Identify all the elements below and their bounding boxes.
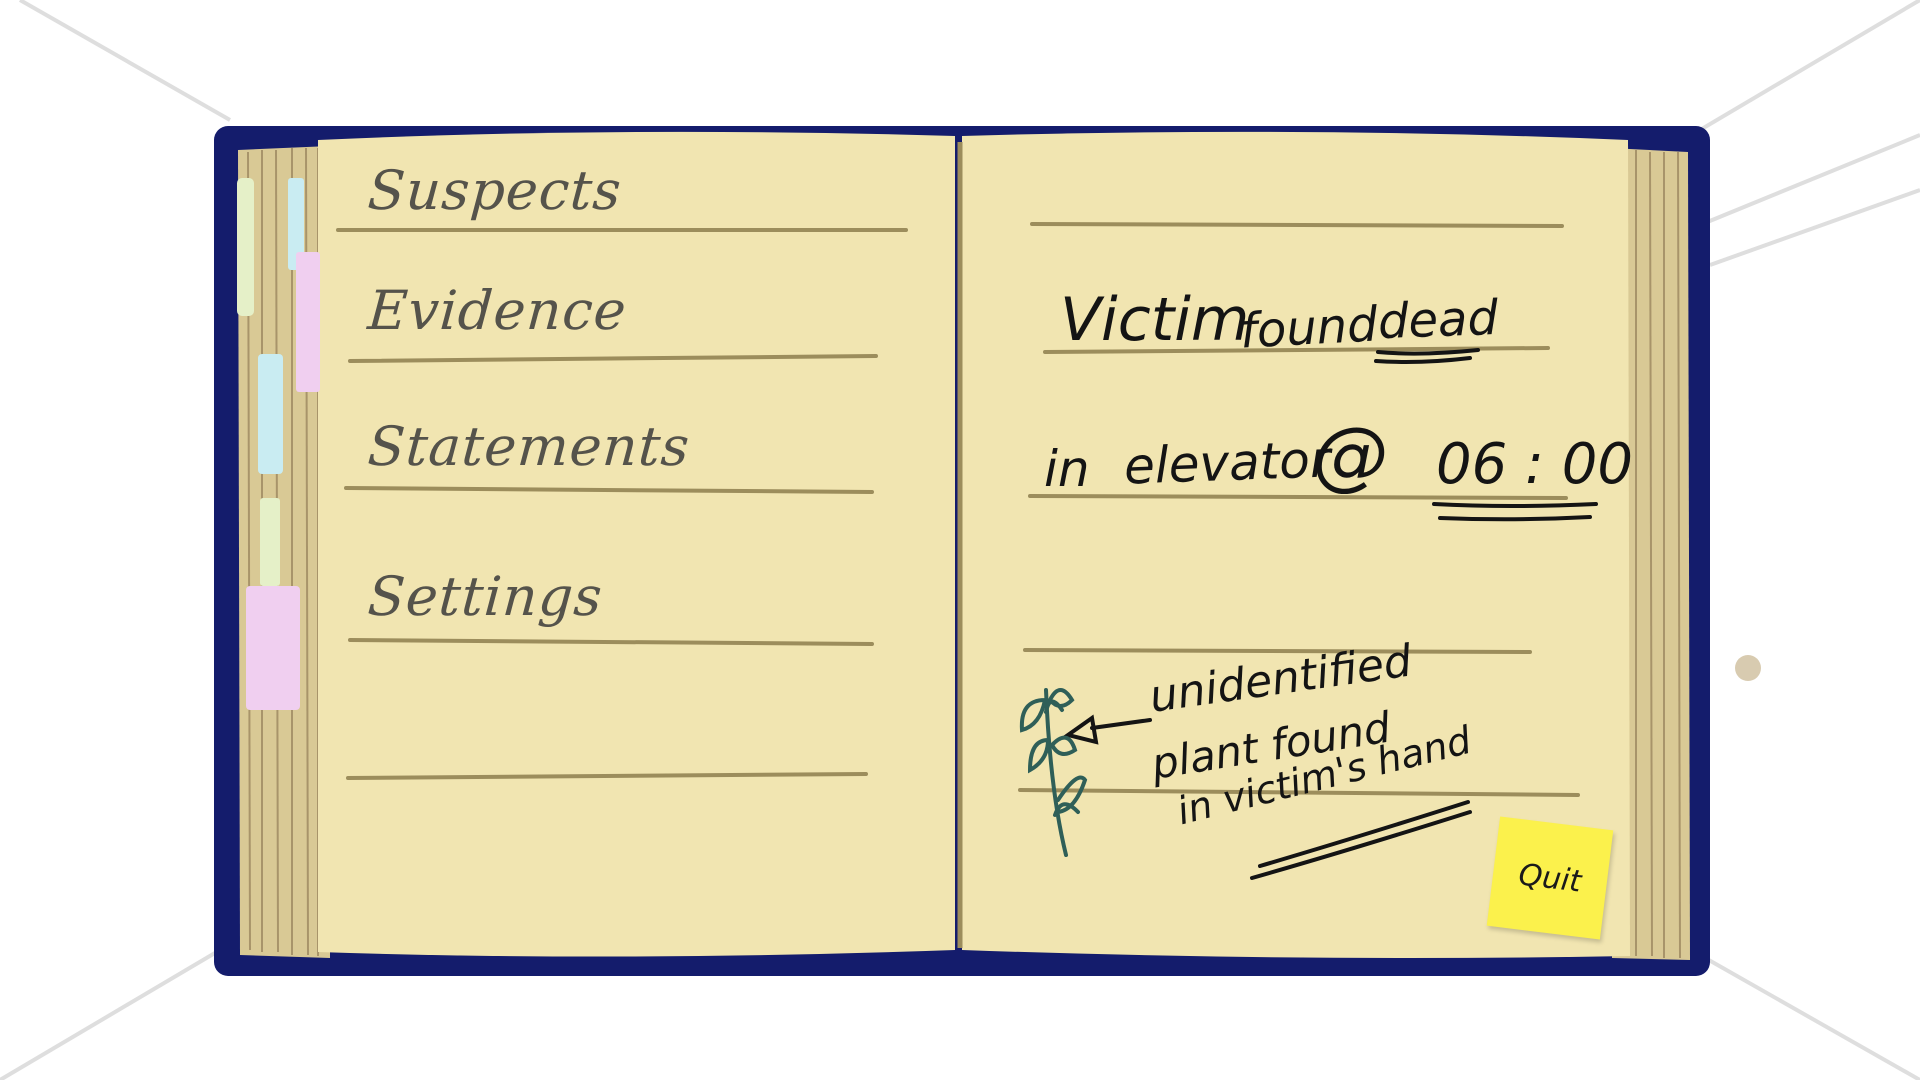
note-elevator: elevator	[1123, 430, 1332, 496]
tab-green-top	[237, 178, 254, 316]
tab-blue-middle	[258, 354, 283, 474]
note-dead: dead	[1377, 289, 1499, 351]
notebook-artwork	[0, 0, 1920, 1080]
left-page	[318, 131, 955, 957]
menu-item-suspects-label: Suspects	[365, 159, 624, 222]
tab-pink-bottom	[246, 586, 300, 710]
menu-item-evidence[interactable]: Evidence	[340, 266, 860, 356]
tab-pink-top	[296, 252, 320, 392]
tab-green-middle	[260, 498, 280, 586]
menu-item-suspects[interactable]: Suspects	[340, 146, 860, 236]
menu-item-settings[interactable]: Settings	[340, 552, 860, 642]
menu-item-statements[interactable]: Statements	[340, 402, 860, 492]
quit-button[interactable]: Quit	[1486, 816, 1614, 940]
note-in: in	[1044, 440, 1090, 498]
quit-label: Quit	[1516, 857, 1584, 900]
note-at-sign: @	[1312, 410, 1388, 499]
detective-notebook-scene: Suspects Evidence Statements Settings Vi…	[0, 0, 1920, 1080]
note-found: found	[1238, 296, 1379, 360]
menu-item-statements-label: Statements	[365, 415, 693, 478]
note-victim: Victim	[1060, 285, 1250, 355]
menu-item-evidence-label: Evidence	[365, 279, 629, 342]
note-time: 06 : 00	[1436, 432, 1633, 497]
page-indicator-dot	[1735, 655, 1761, 681]
menu-item-settings-label: Settings	[365, 565, 605, 628]
